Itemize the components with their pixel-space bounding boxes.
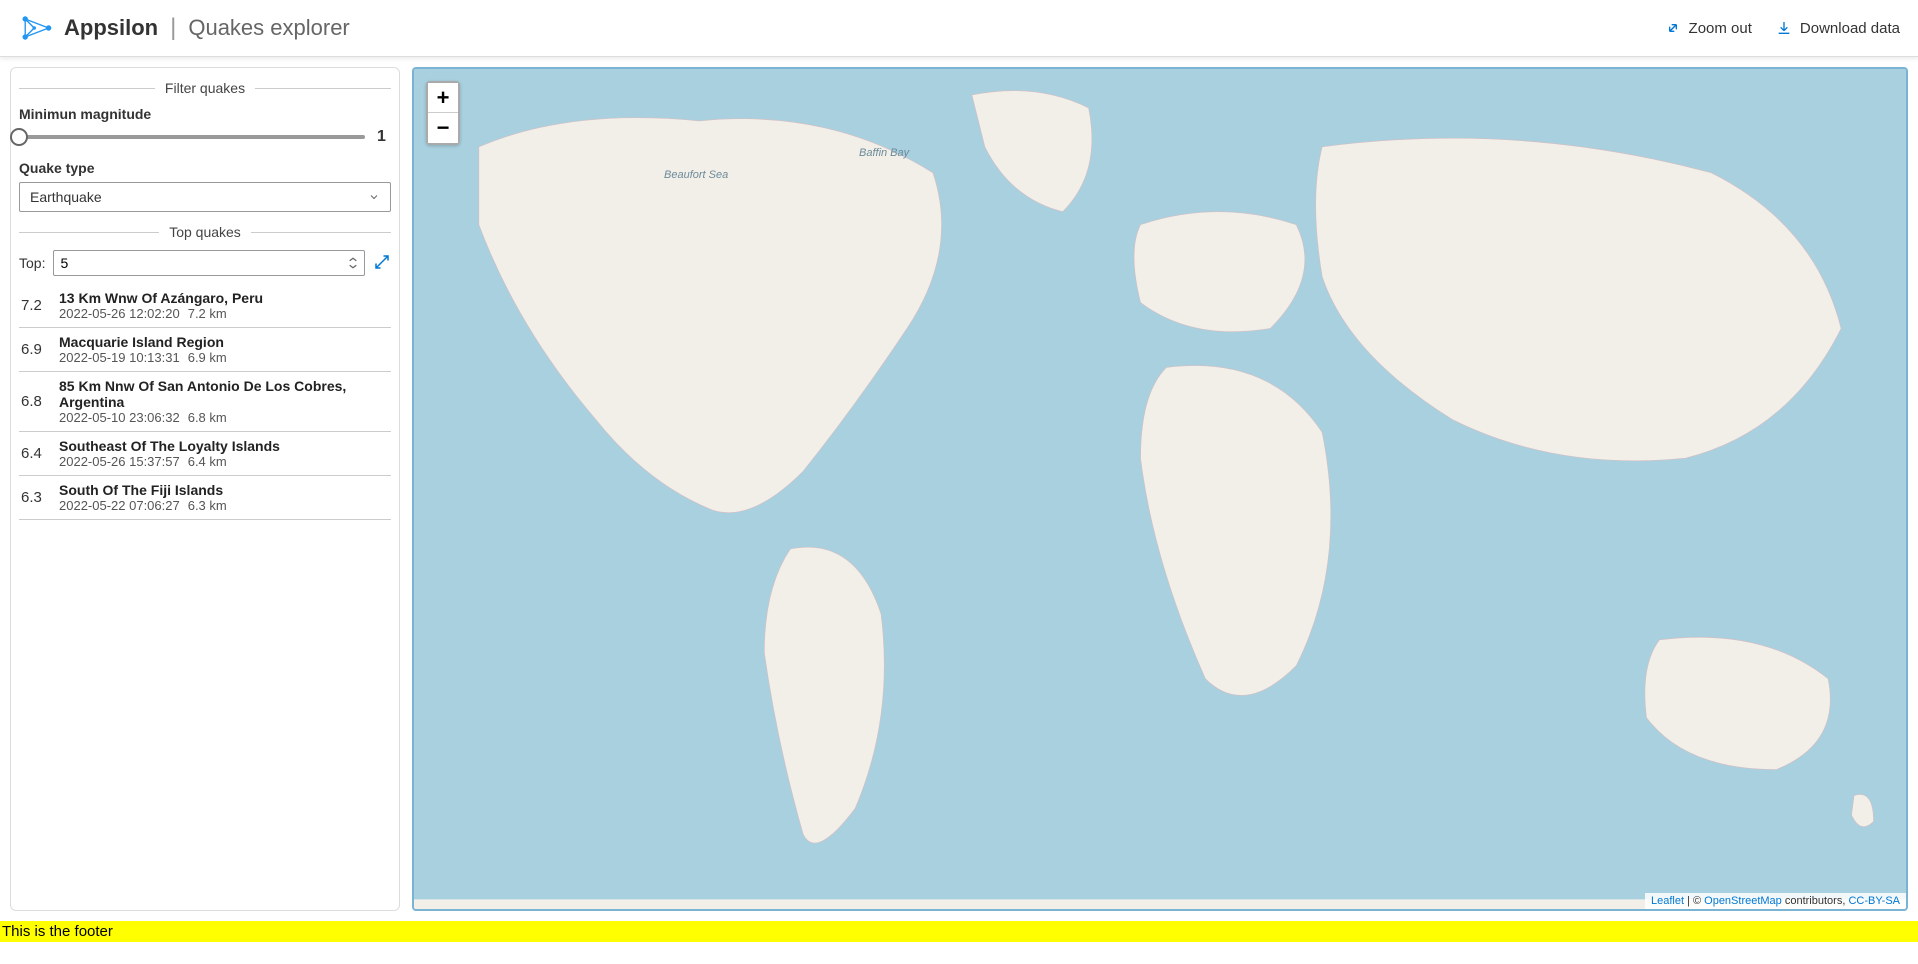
zoom-in-button[interactable]: + — [428, 83, 458, 113]
quake-body: 85 Km Nnw Of San Antonio De Los Cobres, … — [59, 378, 389, 425]
quake-depth: 7.2 km — [188, 306, 227, 321]
filter-section-header: Filter quakes — [19, 80, 391, 96]
quake-type-dropdown[interactable]: Earthquake — [19, 182, 391, 212]
quake-body: Southeast Of The Loyalty Islands 2022-05… — [59, 438, 389, 469]
map-label-baffin: Baffin Bay — [859, 147, 909, 159]
header-actions: Zoom out Download data — [1665, 20, 1900, 37]
footer: This is the footer — [0, 921, 1918, 942]
quake-depth: 6.4 km — [188, 454, 227, 469]
download-icon — [1776, 20, 1792, 36]
slider-thumb[interactable] — [10, 128, 28, 146]
quake-list-item[interactable]: 6.4 Southeast Of The Loyalty Islands 202… — [19, 432, 391, 476]
min-magnitude-label: Minimun magnitude — [19, 106, 391, 122]
quake-sub: 2022-05-10 23:06:32 6.8 km — [59, 410, 389, 425]
quake-time: 2022-05-22 07:06:27 — [59, 498, 180, 513]
sidebar: Filter quakes Minimun magnitude 1 Quake … — [10, 67, 400, 911]
quake-sub: 2022-05-26 12:02:20 7.2 km — [59, 306, 389, 321]
quake-depth: 6.3 km — [188, 498, 227, 513]
quake-time: 2022-05-26 12:02:20 — [59, 306, 180, 321]
map-attribution: Leaflet | © OpenStreetMap contributors, … — [1645, 893, 1906, 909]
zoom-out-button[interactable]: Zoom out — [1665, 20, 1752, 37]
quake-body: Macquarie Island Region 2022-05-19 10:13… — [59, 334, 389, 365]
quake-place: 85 Km Nnw Of San Antonio De Los Cobres, … — [59, 378, 389, 410]
chevron-down-icon — [368, 191, 380, 203]
quake-list-item[interactable]: 6.3 South Of The Fiji Islands 2022-05-22… — [19, 476, 391, 520]
quake-type-label: Quake type — [19, 160, 391, 176]
top-label: Top: — [19, 255, 45, 271]
quake-time: 2022-05-19 10:13:31 — [59, 350, 180, 365]
header-divider: | — [170, 14, 176, 42]
download-label: Download data — [1800, 20, 1900, 37]
attr-contrib: contributors, — [1782, 895, 1849, 907]
map-tiles — [414, 69, 1906, 911]
quake-place: Southeast Of The Loyalty Islands — [59, 438, 389, 454]
osm-link[interactable]: OpenStreetMap — [1704, 895, 1782, 907]
top-count-input[interactable] — [60, 255, 348, 271]
expand-top-button[interactable] — [373, 253, 391, 274]
quake-list-item[interactable]: 6.8 85 Km Nnw Of San Antonio De Los Cobr… — [19, 372, 391, 432]
zoom-out-label: Zoom out — [1689, 20, 1752, 37]
min-magnitude-value: 1 — [377, 128, 391, 146]
quake-sub: 2022-05-22 07:06:27 6.3 km — [59, 498, 389, 513]
quake-list: 7.2 13 Km Wnw Of Azángaro, Peru 2022-05-… — [19, 284, 391, 520]
quake-magnitude: 6.4 — [21, 445, 49, 462]
zoom-control: + − — [426, 81, 460, 145]
quake-place: 13 Km Wnw Of Azángaro, Peru — [59, 290, 389, 306]
app-title: Quakes explorer — [188, 15, 349, 41]
main-content: Filter quakes Minimun magnitude 1 Quake … — [0, 57, 1918, 921]
quake-sub: 2022-05-26 15:37:57 6.4 km — [59, 454, 389, 469]
expand-icon — [1665, 20, 1681, 36]
spinner-arrows — [348, 256, 358, 270]
leaflet-link[interactable]: Leaflet — [1651, 895, 1684, 907]
quake-depth: 6.8 km — [188, 410, 227, 425]
top-section-header: Top quakes — [19, 224, 391, 240]
expand-diagonal-icon — [373, 253, 391, 271]
download-button[interactable]: Download data — [1776, 20, 1900, 37]
map[interactable]: Beaufort Sea Baffin Bay + − Leaflet | © … — [412, 67, 1908, 911]
map-label-beaufort: Beaufort Sea — [664, 169, 728, 181]
brand-name: Appsilon — [64, 15, 158, 41]
quake-place: South Of The Fiji Islands — [59, 482, 389, 498]
license-link[interactable]: CC-BY-SA — [1848, 895, 1900, 907]
quake-list-item[interactable]: 7.2 13 Km Wnw Of Azángaro, Peru 2022-05-… — [19, 284, 391, 328]
quake-type-selected: Earthquake — [30, 189, 102, 205]
quake-place: Macquarie Island Region — [59, 334, 389, 350]
quake-time: 2022-05-26 15:37:57 — [59, 454, 180, 469]
min-magnitude-slider-wrap: 1 — [19, 128, 391, 146]
header: Appsilon | Quakes explorer Zoom out Down… — [0, 0, 1918, 57]
chevron-up-icon[interactable] — [348, 256, 358, 263]
quake-magnitude: 6.8 — [21, 393, 49, 410]
quake-depth: 6.9 km — [188, 350, 227, 365]
quake-magnitude: 6.9 — [21, 341, 49, 358]
quake-magnitude: 7.2 — [21, 297, 49, 314]
quake-list-item[interactable]: 6.9 Macquarie Island Region 2022-05-19 1… — [19, 328, 391, 372]
top-row: Top: — [19, 250, 391, 276]
quake-time: 2022-05-10 23:06:32 — [59, 410, 180, 425]
quake-magnitude: 6.3 — [21, 489, 49, 506]
quake-sub: 2022-05-19 10:13:31 6.9 km — [59, 350, 389, 365]
chevron-down-icon[interactable] — [348, 263, 358, 270]
top-count-spinner[interactable] — [53, 250, 365, 276]
quake-body: 13 Km Wnw Of Azángaro, Peru 2022-05-26 1… — [59, 290, 389, 321]
min-magnitude-slider[interactable] — [19, 135, 365, 139]
top-section-label: Top quakes — [159, 224, 251, 240]
appsilon-logo-icon — [18, 10, 54, 46]
zoom-out-map-button[interactable]: − — [428, 113, 458, 143]
filter-section-label: Filter quakes — [155, 80, 255, 96]
quake-body: South Of The Fiji Islands 2022-05-22 07:… — [59, 482, 389, 513]
attr-sep: | © — [1684, 895, 1704, 907]
header-left: Appsilon | Quakes explorer — [18, 10, 350, 46]
